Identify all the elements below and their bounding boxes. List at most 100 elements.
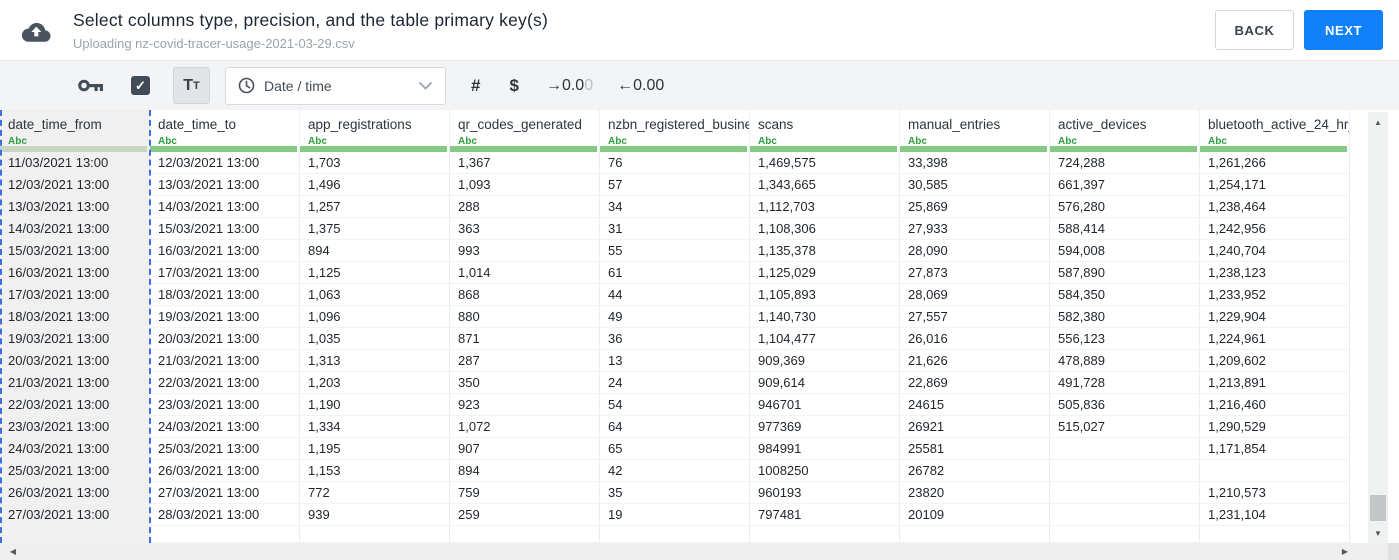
cell: 1,375	[300, 218, 450, 240]
wizard-header: Select columns type, precision, and the …	[0, 0, 1399, 60]
cell: 1,254,171	[1200, 174, 1350, 196]
cell: 1,195	[300, 438, 450, 460]
cell: 1,240,704	[1200, 240, 1350, 262]
table-row: 21/03/2021 13:00 22/03/2021 13:00 1,203 350…	[0, 372, 1399, 394]
cell: 1,703	[300, 152, 450, 174]
table-row: 22/03/2021 13:00 23/03/2021 13:00 1,190 923…	[0, 394, 1399, 416]
vertical-scrollbar[interactable]: ▲ ▼	[1368, 112, 1388, 543]
column-header-app_registrations[interactable]: app_registrations Abc	[300, 110, 450, 152]
column-header-nzbn_registered_busine[interactable]: nzbn_registered_busine Abc	[600, 110, 750, 152]
cell	[150, 526, 300, 543]
cell: 1,242,956	[1200, 218, 1350, 240]
cell	[1050, 526, 1200, 543]
column-type-dropdown[interactable]: Date / time	[225, 66, 446, 105]
primary-key-icon[interactable]	[78, 78, 105, 93]
cell: 1,233,952	[1200, 284, 1350, 306]
cell: 27,873	[900, 262, 1050, 284]
cell: 946701	[750, 394, 900, 416]
cell: 25/03/2021 13:00	[0, 460, 150, 482]
scroll-left-arrow[interactable]: ◀	[4, 543, 22, 560]
cell: 55	[600, 240, 750, 262]
scroll-right-arrow[interactable]: ▶	[1336, 543, 1354, 560]
cell: 14/03/2021 13:00	[0, 218, 150, 240]
currency-type-icon[interactable]: $	[509, 76, 518, 96]
vertical-scrollbar-thumb[interactable]	[1370, 495, 1386, 521]
cell: 1,171,854	[1200, 438, 1350, 460]
scroll-up-arrow[interactable]: ▲	[1368, 114, 1388, 130]
cell: 15/03/2021 13:00	[150, 218, 300, 240]
cell: 287	[450, 350, 600, 372]
cell: 587,890	[1050, 262, 1200, 284]
cell: 31	[600, 218, 750, 240]
column-header-qr_codes_generated[interactable]: qr_codes_generated Abc	[450, 110, 600, 152]
cell: 44	[600, 284, 750, 306]
cell: 27/03/2021 13:00	[150, 482, 300, 504]
cell: 907	[450, 438, 600, 460]
number-type-icon[interactable]: #	[471, 76, 480, 96]
cell: 1,209,602	[1200, 350, 1350, 372]
column-type-value: Date / time	[264, 77, 332, 94]
cell	[600, 526, 750, 543]
scroll-down-arrow[interactable]: ▼	[1368, 525, 1388, 541]
check-icon: ✓	[135, 77, 146, 93]
column-header-active_devices[interactable]: active_devices Abc	[1050, 110, 1200, 152]
back-button[interactable]: BACK	[1215, 10, 1294, 50]
cell: 19	[600, 504, 750, 526]
cell: 25581	[900, 438, 1050, 460]
cell: 28,069	[900, 284, 1050, 306]
cell: 1,125	[300, 262, 450, 284]
cell: 28,090	[900, 240, 1050, 262]
cell: 35	[600, 482, 750, 504]
cell: 64	[600, 416, 750, 438]
cell: 1,496	[300, 174, 450, 196]
cell: 1,224,961	[1200, 328, 1350, 350]
cell: 24/03/2021 13:00	[0, 438, 150, 460]
column-header-date_time_to[interactable]: date_time_to Abc	[150, 110, 300, 152]
cell: 27,933	[900, 218, 1050, 240]
cell: 12/03/2021 13:00	[150, 152, 300, 174]
table-row: 18/03/2021 13:00 19/03/2021 13:00 1,096 880…	[0, 306, 1399, 328]
cell: 491,728	[1050, 372, 1200, 394]
table-row: 23/03/2021 13:00 24/03/2021 13:00 1,334 1,0…	[0, 416, 1399, 438]
column-checkbox[interactable]: ✓	[131, 76, 150, 95]
cell	[1050, 504, 1200, 526]
cell: 1,469,575	[750, 152, 900, 174]
cell: 26782	[900, 460, 1050, 482]
column-header-manual_entries[interactable]: manual_entries Abc	[900, 110, 1050, 152]
cell: 26/03/2021 13:00	[150, 460, 300, 482]
cell: 797481	[750, 504, 900, 526]
horizontal-scrollbar[interactable]: ◀ ▶	[0, 543, 1388, 560]
cell: 15/03/2021 13:00	[0, 240, 150, 262]
column-header-date_time_from[interactable]: date_time_from Abc	[0, 110, 150, 152]
decrease-decimal-button[interactable]: ←0.00	[617, 77, 664, 95]
cell: 1,063	[300, 284, 450, 306]
column-header-scans[interactable]: scans Abc	[750, 110, 900, 152]
table-row: 27/03/2021 13:00 28/03/2021 13:00 939 259 19…	[0, 504, 1399, 526]
cell: 1,238,464	[1200, 196, 1350, 218]
cell: 661,397	[1050, 174, 1200, 196]
cell: 259	[450, 504, 600, 526]
table-row: 19/03/2021 13:00 20/03/2021 13:00 1,035 871…	[0, 328, 1399, 350]
cell: 515,027	[1050, 416, 1200, 438]
text-type-button[interactable]: TT	[173, 67, 210, 104]
cell: 24/03/2021 13:00	[150, 416, 300, 438]
cell: 1,153	[300, 460, 450, 482]
cell: 871	[450, 328, 600, 350]
cell: 909,369	[750, 350, 900, 372]
increase-decimal-button[interactable]: →0.00	[546, 77, 593, 95]
next-button[interactable]: NEXT	[1304, 10, 1383, 50]
cell: 12/03/2021 13:00	[0, 174, 150, 196]
column-name: scans	[758, 117, 794, 132]
cell: 54	[600, 394, 750, 416]
cell	[450, 526, 600, 543]
cell: 1,334	[300, 416, 450, 438]
cell: 1,072	[450, 416, 600, 438]
cell: 22,869	[900, 372, 1050, 394]
cell: 909,614	[750, 372, 900, 394]
cell: 57	[600, 174, 750, 196]
cell: 23/03/2021 13:00	[0, 416, 150, 438]
cell: 26/03/2021 13:00	[0, 482, 150, 504]
cell: 1,257	[300, 196, 450, 218]
column-header-bluetooth_active_24_hr_[interactable]: bluetooth_active_24_hr_ Abc	[1200, 110, 1350, 152]
cell: 977369	[750, 416, 900, 438]
